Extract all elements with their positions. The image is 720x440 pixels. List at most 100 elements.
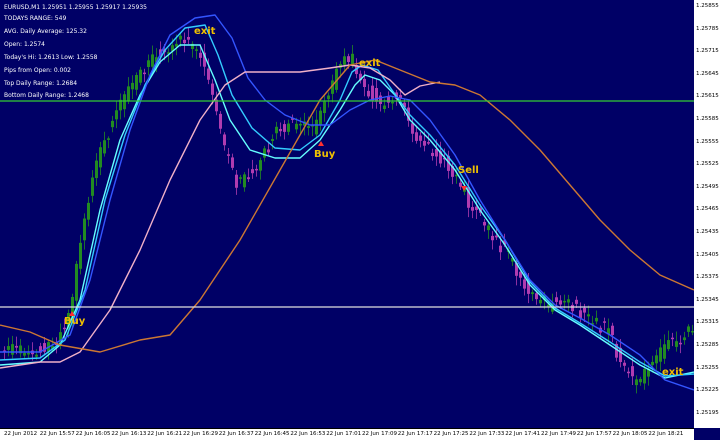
time-axis-label: 22 Jun 17:01 [326,431,362,437]
time-axis-label: 22 Jun 2012 [4,431,38,437]
bear-candle [255,168,258,171]
bull-candle [531,292,534,295]
bear-candle [627,371,630,374]
price-axis-label: 1.25435 [696,229,719,235]
time-axis-label: 22 Jun 16:37 [218,431,254,437]
bear-candle [483,221,486,226]
bull-candle [79,242,82,269]
bear-candle [555,297,558,302]
bull-candle [635,379,638,386]
bull-candle [299,123,302,126]
bull-candle [75,263,78,301]
bear-candle [371,85,374,101]
bear-candle [495,235,498,238]
bull-candle [95,160,98,179]
price-axis-label: 1.25715 [696,48,719,55]
bear-candle [231,157,234,168]
time-axis[interactable]: 22 Jun 2012 22 Jun 15:57 22 Jun 16:05 22 Ju… [0,428,694,440]
bear-candle [575,299,578,304]
bear-candle [279,128,282,132]
price-axis-label: 1.25285 [696,342,719,348]
bear-candle [347,56,350,62]
bear-candle [579,310,582,318]
bull-candle [295,123,298,130]
bear-candle [603,321,606,323]
bear-candle [423,140,426,146]
bear-candle [491,235,494,241]
time-axis-label: 22 Jun 16:45 [254,431,290,437]
bull-candle [351,53,354,65]
bull-candle [35,354,38,357]
bull-candle [91,177,94,196]
bear-candle [611,325,614,335]
time-axis-label: 22 Jun 18:21 [648,431,684,437]
bull-candle [563,300,566,303]
bull-candle [687,326,690,332]
bear-candle [283,124,286,132]
time-axis-label: 22 Jun 15:57 [39,431,75,437]
buy-label: Buy [314,149,336,160]
bear-candle [523,279,526,289]
exit-label: exit [662,367,684,378]
price-axis-label: 1.25405 [696,251,719,258]
bear-candle [15,345,18,348]
time-axis-label: 22 Jun 17:41 [505,431,541,437]
bear-candle [183,39,186,44]
bull-candle [639,378,642,383]
bull-candle [307,126,310,128]
price-axis-label: 1.25255 [696,364,719,371]
bear-candle [679,342,682,345]
price-axis-label: 1.25585 [696,116,719,122]
bull-candle [107,138,110,140]
info-top-daily-range: Top Daily Range: 1.2684 [4,79,78,87]
bull-candle [243,174,246,188]
info-open: Open: 1.2574 [4,40,45,48]
time-axis-label: 22 Jun 17:25 [433,431,469,437]
bear-candle [559,300,562,305]
bull-candle [663,344,666,359]
bear-candle [427,142,430,144]
price-axis-label: 1.25465 [696,206,719,213]
chart-window[interactable]: EURUSD,M1 1.25951 1.25955 1.25917 1.2593… [0,0,720,440]
bull-candle [655,355,658,364]
bull-candle [651,361,654,366]
bull-candle [87,202,90,220]
bear-candle [419,135,422,141]
bear-candle [387,96,390,103]
bear-candle [251,169,254,174]
bull-candle [103,140,106,154]
bull-candle [567,299,570,303]
sell-label: Sell [458,165,479,176]
buy-label: Buy [64,316,86,327]
bull-candle [111,120,114,128]
bull-candle [323,101,326,114]
bear-candle [187,36,190,40]
bull-candle [7,346,10,350]
price-axis-label: 1.25615 [696,93,719,100]
bear-candle [223,134,226,146]
bull-candle [23,352,26,356]
bear-candle [435,149,438,157]
bull-candle [287,123,290,132]
price-axis[interactable]: 1.25855 1.25785 1.25715 1.25645 1.25615 1.255… [694,0,720,428]
bull-candle [675,341,678,347]
bull-candle [683,337,686,341]
bear-candle [235,174,238,188]
bear-candle [631,366,634,377]
time-axis-label: 22 Jun 17:17 [397,431,433,437]
bull-candle [27,352,30,355]
bear-candle [535,293,538,300]
bear-candle [571,304,574,312]
exit-label: exit [359,58,381,69]
time-axis-label: 22 Jun 17:09 [362,431,397,437]
bear-candle [363,78,366,87]
price-axis-label: 1.25225 [696,387,719,394]
bear-candle [375,88,378,102]
info-pips-from-open: Pips from Open: 0.002 [4,66,71,74]
price-axis-label: 1.25315 [696,319,719,326]
bear-candle [431,152,434,157]
info-daily-average: AVG. Daily Average: 125.32 [4,27,87,35]
bull-candle [263,148,266,158]
bull-candle [539,299,542,304]
bull-candle [587,314,590,317]
